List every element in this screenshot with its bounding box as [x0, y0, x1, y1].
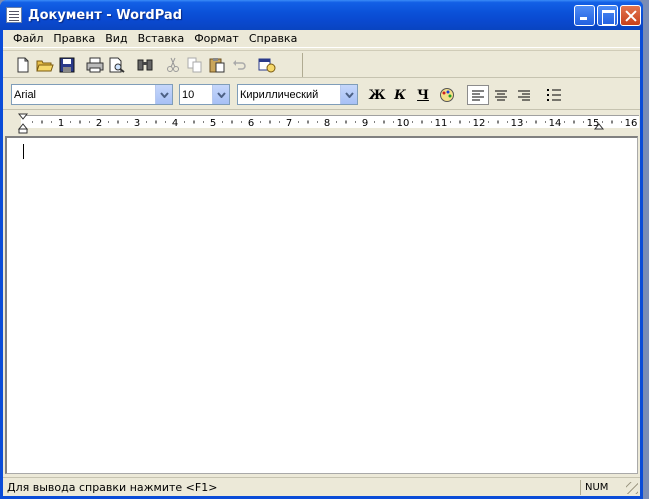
document-area[interactable] — [5, 136, 638, 474]
menu-view[interactable]: Вид — [100, 32, 132, 45]
resize-grip[interactable] — [626, 482, 638, 494]
ruler-scale: 1 2 3 4 5 6 7 8 9 10 11 12 13 14 15 16 — [17, 113, 638, 134]
new-document-icon[interactable] — [12, 54, 34, 76]
menu-format[interactable]: Формат — [189, 32, 244, 45]
undo-icon[interactable] — [228, 54, 250, 76]
ruler-label: 11 — [435, 118, 448, 129]
ruler-label: 8 — [324, 118, 330, 129]
align-left-button[interactable] — [467, 85, 489, 105]
ruler-label: 3 — [134, 118, 140, 129]
minimize-button[interactable] — [574, 5, 595, 26]
print-icon[interactable] — [84, 54, 106, 76]
menu-edit[interactable]: Правка — [48, 32, 100, 45]
ruler-label: 13 — [511, 118, 524, 129]
script-value: Кириллический — [240, 88, 319, 101]
menu-file[interactable]: Файл — [8, 32, 48, 45]
underline-button[interactable]: Ч — [412, 85, 434, 105]
font-size-combo[interactable]: 10 — [179, 84, 230, 105]
find-binoculars-icon[interactable] — [134, 54, 156, 76]
maximize-button[interactable] — [597, 5, 618, 26]
paste-icon[interactable] — [206, 54, 228, 76]
font-name-value: Arial — [14, 88, 37, 101]
window-title: Документ - WordPad — [28, 7, 182, 23]
ruler-label: 14 — [549, 118, 562, 129]
font-name-combo[interactable]: Arial — [11, 84, 173, 105]
format-toolbar: Arial 10 Кириллический Ж К Ч — [3, 80, 640, 110]
ruler-label: 4 — [172, 118, 178, 129]
ruler-label: 10 — [397, 118, 410, 129]
ruler-label: 9 — [362, 118, 368, 129]
ruler-label: 1 — [58, 118, 64, 129]
wordpad-document-icon[interactable] — [6, 7, 22, 23]
align-right-button[interactable] — [513, 85, 535, 105]
ruler[interactable]: 1 2 3 4 5 6 7 8 9 10 11 12 13 14 15 16 — [3, 112, 640, 134]
menu-insert[interactable]: Вставка — [133, 32, 190, 45]
ruler-label: 16 — [625, 118, 638, 129]
text-caret — [23, 144, 24, 159]
menu-help[interactable]: Справка — [244, 32, 302, 45]
ruler-label: 5 — [210, 118, 216, 129]
align-center-button[interactable] — [490, 85, 512, 105]
chevron-down-icon[interactable] — [155, 85, 172, 104]
copy-icon[interactable] — [184, 54, 206, 76]
ruler-label: 6 — [248, 118, 254, 129]
status-bar: Для вывода справки нажмите <F1> NUM — [3, 477, 640, 496]
script-combo[interactable]: Кириллический — [237, 84, 358, 105]
font-size-value: 10 — [182, 88, 195, 101]
italic-button[interactable]: К — [389, 85, 411, 105]
chevron-down-icon[interactable] — [212, 85, 229, 104]
num-lock-indicator: NUM — [580, 479, 622, 495]
close-button[interactable] — [620, 5, 641, 26]
color-palette-icon[interactable] — [436, 85, 458, 105]
status-text: Для вывода справки нажмите <F1> — [7, 480, 218, 494]
left-indent-marker[interactable] — [17, 113, 29, 130]
window-controls — [574, 5, 641, 26]
ruler-label: 2 — [96, 118, 102, 129]
chevron-down-icon[interactable] — [340, 85, 357, 104]
cut-scissors-icon[interactable] — [162, 54, 184, 76]
bold-button[interactable]: Ж — [366, 85, 388, 105]
print-preview-icon[interactable] — [106, 54, 128, 76]
bullets-button[interactable] — [543, 85, 565, 105]
ruler-label: 12 — [473, 118, 486, 129]
menu-bar: Файл Правка Вид Вставка Формат Справка — [3, 30, 640, 48]
hanging-indent-marker[interactable] — [18, 128, 28, 134]
wordpad-window: Документ - WordPad Файл Правка Вид Встав… — [0, 0, 643, 499]
title-bar[interactable]: Документ - WordPad — [0, 0, 643, 30]
insert-datetime-icon[interactable] — [256, 54, 278, 76]
save-disk-icon[interactable] — [56, 54, 78, 76]
ruler-label: 7 — [286, 118, 292, 129]
open-folder-icon[interactable] — [34, 54, 56, 76]
standard-toolbar — [3, 50, 640, 78]
